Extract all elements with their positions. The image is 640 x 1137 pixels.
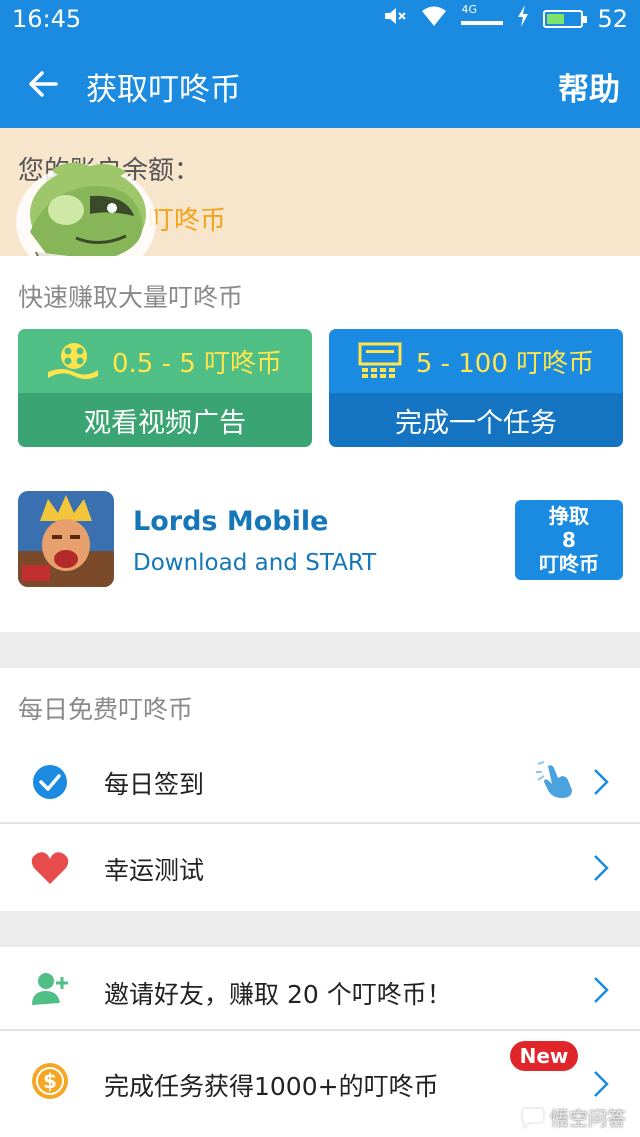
battery-fill: [547, 14, 565, 24]
app-offer-row[interactable]: Lords Mobile Download and START 挣取 8 叮咚币: [0, 488, 640, 598]
theater-screen-icon: [358, 342, 402, 378]
offer-title: Lords Mobile: [133, 506, 329, 537]
chevron-right-icon: [594, 1071, 609, 1097]
arrow-left-icon: [29, 71, 58, 97]
status-icons: 4G 52: [383, 3, 628, 33]
task-reward: 5 - 100 叮咚币: [415, 348, 595, 379]
complete-task-card[interactable]: 5 - 100 叮咚币 完成一个任务: [329, 329, 623, 447]
watch-video-ad-card[interactable]: 0.5 - 5 叮咚币 观看视频广告: [18, 329, 312, 447]
video-ad-label: 观看视频广告: [84, 407, 246, 439]
battery-percent: 52: [597, 5, 628, 33]
chevron-right-icon: [594, 769, 609, 795]
daily-free-section: 每日免费叮咚币 每日签到 幸运测试: [0, 668, 640, 911]
chevron-right-icon: [594, 855, 609, 881]
list-item-label: 完成任务获得1000+的叮咚币: [104, 1072, 439, 1101]
chevron-right-icon: [594, 977, 609, 1003]
battery-icon: [543, 10, 588, 28]
app-bar: 获取叮咚币 帮助: [0, 40, 640, 128]
list-item-label: 邀请好友，赚取 20 个叮咚币！: [104, 980, 452, 1009]
earn-button-line-1: 挣取: [549, 504, 589, 528]
list-item-lucky-test[interactable]: 幸运测试: [0, 826, 640, 910]
signal-icon: 4G: [461, 3, 504, 31]
charging-icon: [517, 5, 529, 33]
mute-icon: [383, 5, 407, 33]
video-reward: 0.5 - 5 叮咚币: [111, 348, 283, 379]
check-circle-icon: [33, 765, 67, 799]
wifi-icon: [421, 5, 447, 33]
add-user-icon: [32, 973, 68, 1005]
offer-subtitle: Download and START: [133, 550, 377, 576]
earn-button-line-3: 叮咚币: [539, 552, 599, 576]
task-label: 完成一个任务: [395, 407, 557, 439]
film-reel-icon: [47, 343, 98, 379]
help-button[interactable]: 帮助: [558, 64, 620, 109]
new-badge: New: [510, 1041, 578, 1071]
section-title: 快速赚取大量叮咚币: [18, 283, 244, 312]
speech-bubble-icon: [520, 1106, 545, 1129]
lords-mobile-app-icon: [18, 491, 114, 587]
list-item-invite-friends[interactable]: 邀请好友，赚取 20 个叮咚币！: [0, 947, 640, 1031]
watermark: 悟空问答: [520, 1104, 626, 1131]
tap-hand-icon: [536, 761, 572, 798]
heart-icon: [31, 852, 69, 884]
section-title: 每日免费叮咚币: [18, 695, 194, 724]
status-bar: 16:45 4G 52: [0, 0, 640, 40]
list-item-label: 幸运测试: [104, 856, 205, 885]
list-item-label: 每日签到: [104, 770, 205, 799]
list-item-daily-checkin[interactable]: 每日签到: [0, 740, 640, 824]
page-title: 获取叮咚币: [86, 72, 241, 108]
earn-button-line-2: 8: [562, 528, 576, 552]
earn-coins-button[interactable]: 挣取 8 叮咚币: [515, 500, 623, 580]
dollar-coin-icon: $: [32, 1063, 68, 1099]
more-earn-section: 邀请好友，赚取 20 个叮咚币！ $ 完成任务获得1000+的叮咚币 New 悟…: [0, 947, 640, 1137]
quick-earn-section: 快速赚取大量叮咚币 0.5 - 5 叮咚币 观看视频广告 5 - 100 叮咚币…: [0, 256, 640, 632]
svg-text:$: $: [43, 1069, 57, 1093]
watermark-text: 悟空问答: [549, 1108, 626, 1130]
back-button[interactable]: [22, 62, 66, 106]
status-time: 16:45: [12, 5, 82, 33]
